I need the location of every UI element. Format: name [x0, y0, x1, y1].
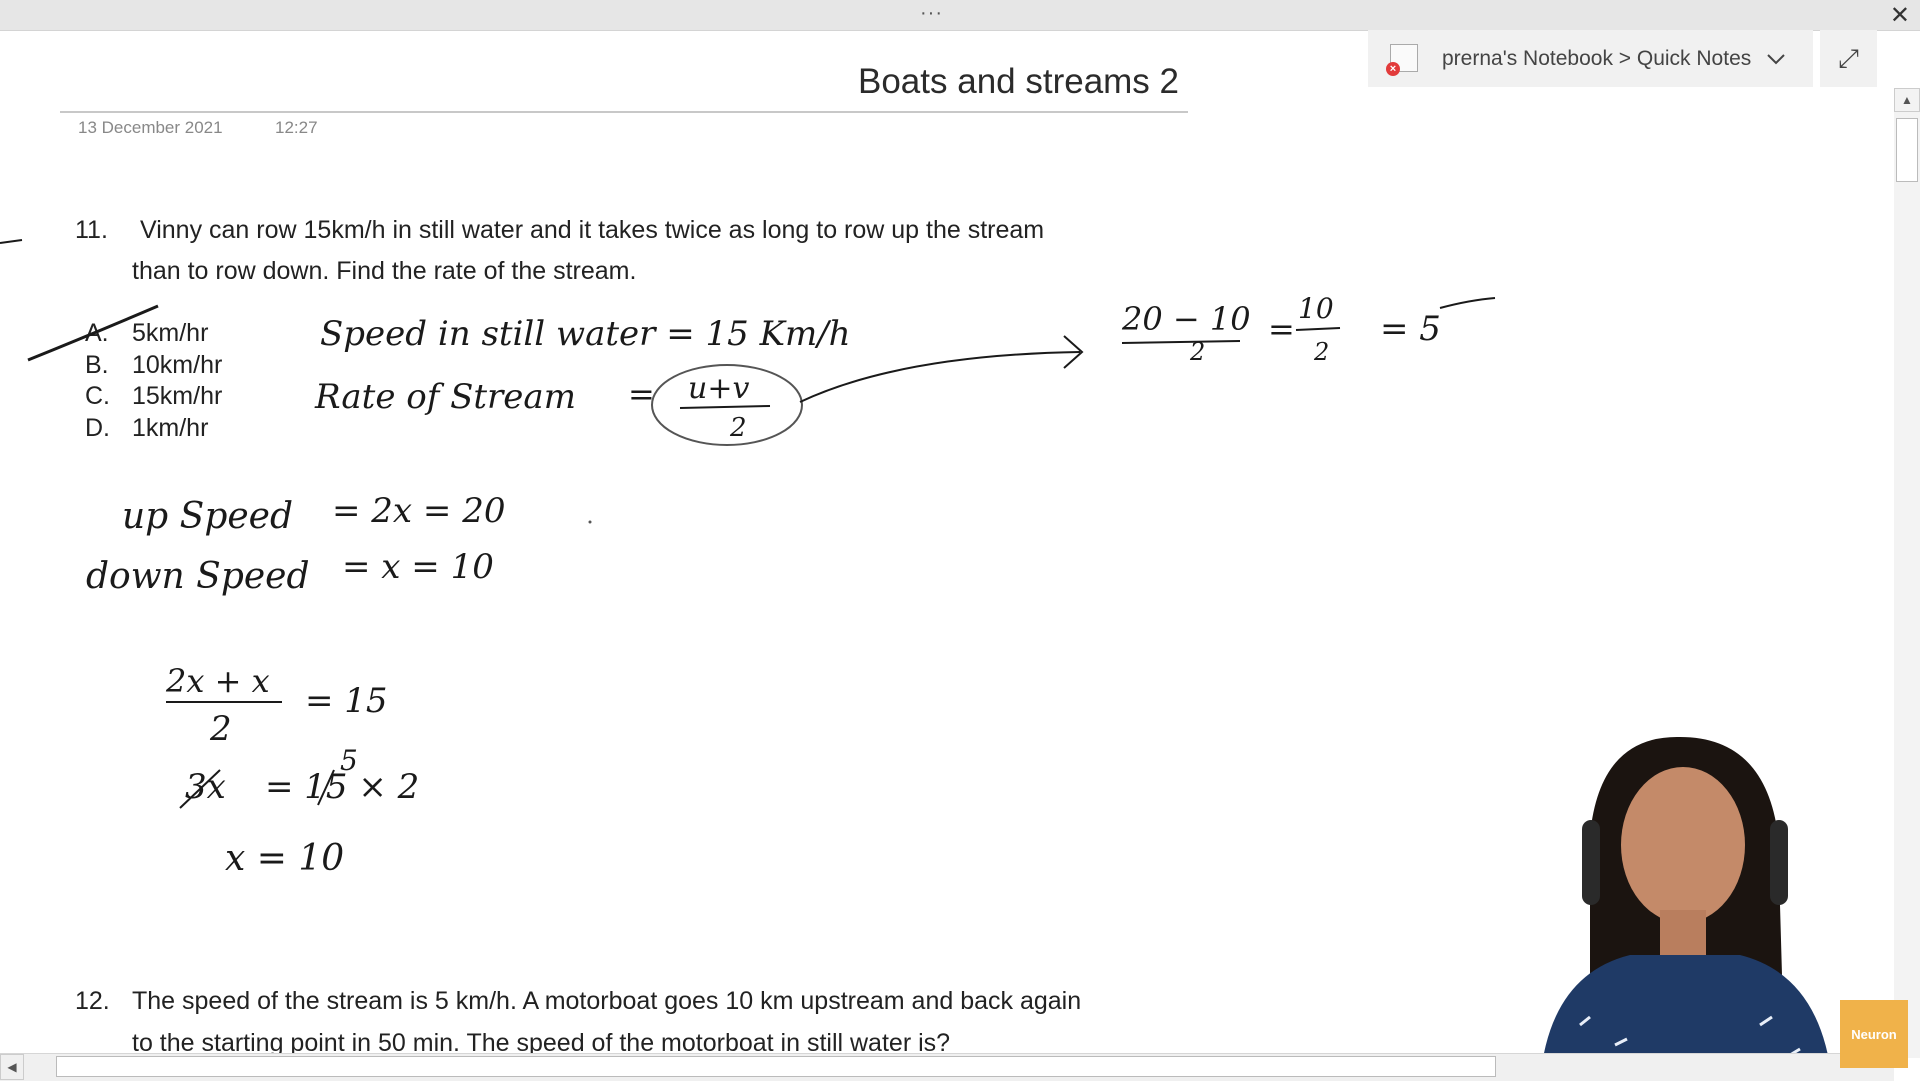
- ink-formula-den: 2: [729, 413, 747, 443]
- option-d-letter: D.: [85, 414, 110, 442]
- ink-still-speed: Speed in still water = 15 Km/h: [320, 314, 851, 354]
- option-d-text: 1km/hr: [132, 414, 209, 442]
- ink-calc-eq: =: [1268, 310, 1295, 348]
- vertical-scroll-thumb[interactable]: [1896, 118, 1918, 182]
- chevron-down-icon[interactable]: [1765, 48, 1787, 70]
- notebook-breadcrumb[interactable]: × prerna's Notebook > Quick Notes: [1368, 30, 1813, 87]
- ink-step2-right: = 15 × 2: [265, 767, 419, 807]
- result-underline: [1439, 297, 1496, 309]
- notebook-path[interactable]: prerna's Notebook > Quick Notes: [1442, 47, 1751, 71]
- ink-frac-num: 2x + x: [165, 662, 270, 700]
- ink-up-label: up Speed: [122, 496, 293, 537]
- option-c-letter: C.: [85, 382, 110, 410]
- option-a-letter: A.: [85, 319, 109, 347]
- scroll-up-icon[interactable]: ▲: [1894, 88, 1920, 112]
- ink-calc-num2: 10: [1298, 292, 1334, 325]
- question-12-number: 12.: [75, 987, 110, 1015]
- formula-circle: [651, 364, 803, 446]
- formula-bar: [679, 405, 771, 409]
- page-date: 13 December 2021: [78, 118, 223, 137]
- ink-down-label: down Speed: [86, 556, 310, 597]
- page-title[interactable]: Boats and streams 2: [858, 62, 1179, 102]
- calc-bar: [1121, 340, 1241, 344]
- presenter-neck: [1660, 910, 1706, 960]
- question-11-line2: than to row down. Find the rate of the s…: [132, 257, 637, 285]
- cancel-3x: [179, 769, 221, 809]
- expand-button[interactable]: ⤢: [1820, 30, 1877, 87]
- ink-arrow: [799, 351, 1081, 403]
- question-11-number: 11.: [75, 216, 108, 244]
- ink-formula-num: u+v: [688, 371, 749, 406]
- ink-calc-den2: 2: [1313, 338, 1329, 366]
- margin-dash: [0, 239, 23, 244]
- ink-step2-left: 3x: [185, 767, 226, 807]
- ink-frac-den: 2: [209, 709, 232, 749]
- scroll-left-icon[interactable]: ◀: [0, 1054, 24, 1080]
- cancel-15: [317, 769, 335, 806]
- option-c-text: 15km/hr: [132, 382, 223, 410]
- headphones-cup: [1770, 820, 1788, 905]
- window-title-bar: ··· ✕: [0, 0, 1920, 31]
- ink-calc-den: 2: [1189, 338, 1205, 366]
- more-options-icon[interactable]: ···: [920, 2, 943, 25]
- horizontal-scroll-thumb[interactable]: [56, 1056, 1496, 1077]
- presenter-webcam-overlay: [1540, 736, 1832, 1080]
- page-time: 12:27: [275, 118, 318, 137]
- ink-calc-result: = 5: [1380, 309, 1441, 349]
- ink-frac-eq: = 15: [305, 681, 388, 721]
- option-b-text: 10km/hr: [132, 351, 223, 379]
- error-badge-icon: ×: [1386, 61, 1400, 76]
- ink-step3: x = 10: [225, 838, 344, 879]
- question-11-line1: Vinny can row 15km/h in still water and …: [140, 216, 1045, 244]
- stray-dot: [588, 520, 592, 524]
- neuron-logo: Neuron: [1840, 1000, 1908, 1068]
- calc-bar2: [1295, 327, 1341, 331]
- vertical-scrollbar[interactable]: ▲: [1894, 88, 1920, 1058]
- ink-arrowhead: [1063, 335, 1084, 369]
- ink-rate-label: Rate of Stream: [314, 377, 576, 417]
- ink-eq: =: [628, 375, 655, 413]
- close-icon[interactable]: ✕: [1890, 1, 1910, 30]
- horizontal-scrollbar[interactable]: ◀: [0, 1053, 1894, 1081]
- ink-step2-cancel-mark: 5: [340, 744, 358, 777]
- option-b-letter: B.: [85, 351, 109, 379]
- presenter-face: [1621, 767, 1745, 923]
- ink-calc-num: 20 − 10: [1121, 300, 1251, 338]
- ink-up-eq: = 2x = 20: [332, 491, 505, 531]
- question-12-line1: The speed of the stream is 5 km/h. A mot…: [132, 987, 1082, 1015]
- title-divider: [60, 111, 1188, 113]
- option-a-text: 5km/hr: [132, 319, 209, 347]
- headphones-band: [1582, 820, 1600, 905]
- ink-down-eq: = x = 10: [342, 547, 494, 587]
- expand-icon: ⤢: [1838, 42, 1859, 73]
- notebook-sync-error-icon: ×: [1386, 42, 1420, 76]
